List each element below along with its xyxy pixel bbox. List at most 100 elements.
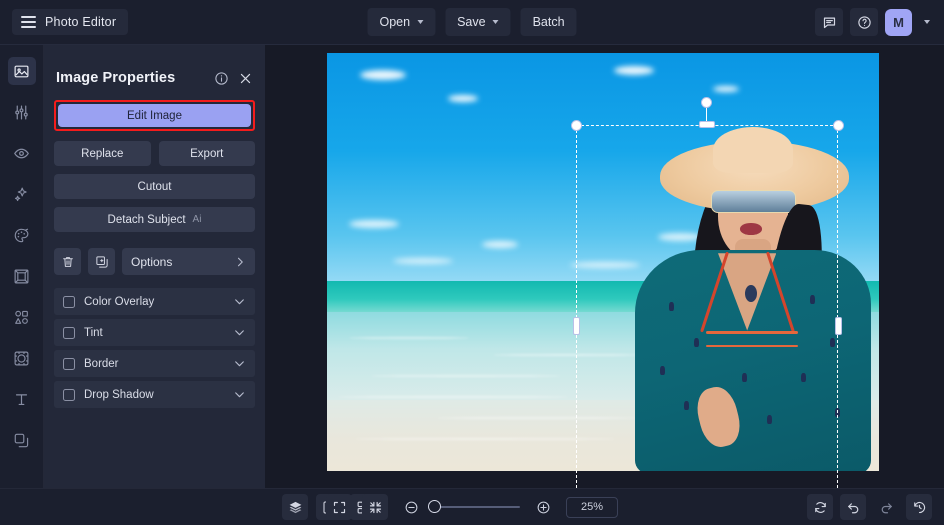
- dress-trim: [706, 331, 798, 334]
- dress-motif: [660, 366, 665, 375]
- rail-item-retouch[interactable]: [8, 139, 36, 167]
- effect-row-drop-shadow[interactable]: Drop Shadow: [54, 381, 255, 408]
- fit-screen-icon: [332, 500, 347, 515]
- help-button[interactable]: [850, 8, 878, 36]
- dress-trim: [706, 345, 798, 347]
- app-title: Photo Editor: [45, 15, 116, 29]
- zoom-slider-knob[interactable]: [428, 500, 441, 513]
- reset-button[interactable]: [807, 494, 833, 520]
- sunglasses: [711, 190, 796, 213]
- dress-motif: [694, 338, 699, 347]
- page-title: Image Properties: [56, 70, 175, 86]
- dress-motif: [835, 408, 840, 417]
- info-button[interactable]: [214, 71, 229, 86]
- rail-item-effects[interactable]: [8, 180, 36, 208]
- dress-motif: [742, 373, 747, 382]
- fit-screen-button[interactable]: [326, 494, 352, 520]
- effect-checkbox[interactable]: [63, 327, 75, 339]
- save-label: Save: [457, 15, 486, 29]
- duplicate-button[interactable]: [88, 248, 115, 275]
- open-label: Open: [379, 15, 410, 29]
- trash-icon: [61, 255, 75, 269]
- export-button[interactable]: Export: [159, 141, 256, 166]
- edit-image-button[interactable]: Edit Image: [58, 104, 251, 127]
- app-menu-button[interactable]: Photo Editor: [12, 9, 128, 35]
- chevron-right-icon: [234, 256, 246, 268]
- rail-item-paint[interactable]: [8, 221, 36, 249]
- chevron-down-icon: [417, 20, 423, 24]
- photo-image[interactable]: [327, 53, 879, 471]
- redo-button[interactable]: [873, 494, 899, 520]
- avatar[interactable]: M: [885, 9, 912, 36]
- rail-item-image[interactable]: [8, 57, 36, 85]
- chevron-down-icon[interactable]: [233, 326, 246, 339]
- effect-checkbox[interactable]: [63, 389, 75, 401]
- layers-panel-button[interactable]: [282, 494, 308, 520]
- top-right-actions: M: [815, 8, 934, 36]
- delete-button[interactable]: [54, 248, 81, 275]
- water-ripple: [355, 438, 615, 440]
- rail-item-shapes[interactable]: [8, 303, 36, 331]
- rail-item-adjust[interactable]: [8, 98, 36, 126]
- hat-crown: [713, 127, 793, 173]
- options-label: Options: [131, 255, 172, 269]
- layers-icon: [13, 432, 30, 449]
- save-button[interactable]: Save: [445, 8, 511, 36]
- bottom-bar: 25%: [0, 488, 944, 525]
- account-menu-button[interactable]: [920, 16, 934, 28]
- effect-row-border[interactable]: Border: [54, 350, 255, 377]
- chevron-down-icon[interactable]: [233, 388, 246, 401]
- detach-subject-button[interactable]: Detach Subject Ai: [54, 207, 255, 232]
- rail-item-frame[interactable]: [8, 262, 36, 290]
- water-ripple: [493, 354, 643, 356]
- options-button[interactable]: Options: [122, 248, 255, 275]
- cloud: [393, 258, 453, 264]
- sliders-icon: [13, 104, 30, 121]
- close-icon: [238, 71, 253, 86]
- water-ripple: [371, 375, 561, 377]
- layers-stack-icon: [288, 500, 303, 515]
- redo-icon: [879, 500, 894, 515]
- top-center-actions: Open Save Batch: [367, 8, 576, 36]
- eye-icon: [13, 145, 30, 162]
- effect-checkbox[interactable]: [63, 358, 75, 370]
- tool-rail: [0, 45, 44, 488]
- effect-label: Tint: [84, 327, 103, 339]
- history-button[interactable]: [906, 494, 932, 520]
- replace-button[interactable]: Replace: [54, 141, 151, 166]
- batch-label: Batch: [533, 15, 565, 29]
- zoom-level-value[interactable]: 25%: [566, 497, 618, 518]
- history-icon: [912, 500, 927, 515]
- shapes-icon: [13, 309, 30, 326]
- zoom-in-icon: [536, 500, 551, 515]
- chevron-down-icon[interactable]: [233, 357, 246, 370]
- rail-item-text[interactable]: [8, 385, 36, 413]
- cutout-button[interactable]: Cutout: [54, 174, 255, 199]
- question-circle-icon: [857, 15, 872, 30]
- rail-item-layers[interactable]: [8, 426, 36, 454]
- zoom-slider[interactable]: [434, 506, 520, 508]
- undo-button[interactable]: [840, 494, 866, 520]
- effect-row-tint[interactable]: Tint: [54, 319, 255, 346]
- dress-motif: [801, 373, 806, 382]
- dress-motif: [830, 338, 835, 347]
- batch-button[interactable]: Batch: [521, 8, 577, 36]
- rail-item-mask[interactable]: [8, 344, 36, 372]
- open-button[interactable]: Open: [367, 8, 435, 36]
- shrink-to-fit-button[interactable]: [362, 494, 388, 520]
- zoom-out-button[interactable]: [398, 494, 424, 520]
- object-tools-row: Options: [54, 248, 255, 275]
- canvas-area[interactable]: [265, 45, 944, 488]
- close-button[interactable]: [238, 71, 253, 86]
- edit-image-highlight: Edit Image: [54, 100, 255, 131]
- zoom-in-button[interactable]: [530, 494, 556, 520]
- effect-label: Border: [84, 358, 119, 370]
- effect-checkbox[interactable]: [63, 296, 75, 308]
- water-ripple: [437, 417, 637, 419]
- panel-header-icons: [214, 71, 253, 86]
- chevron-down-icon[interactable]: [233, 295, 246, 308]
- shrink-icon: [368, 500, 383, 515]
- feedback-button[interactable]: [815, 8, 843, 36]
- effect-row-color-overlay[interactable]: Color Overlay: [54, 288, 255, 315]
- cloud: [614, 66, 654, 75]
